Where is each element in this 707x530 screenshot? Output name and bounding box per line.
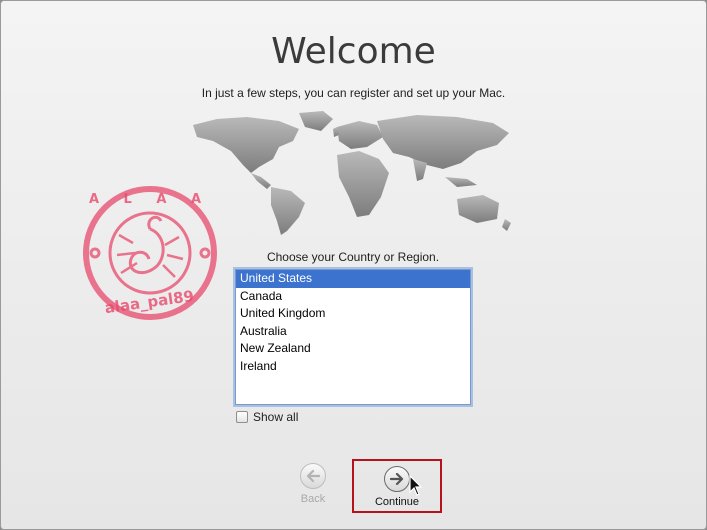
country-region-list[interactable]: United States Canada United Kingdom Aust… xyxy=(235,269,471,405)
svg-text:alaa_pal89: alaa_pal89 xyxy=(104,287,196,317)
show-all-option[interactable]: Show all xyxy=(236,410,298,424)
left-arrow-circle-icon xyxy=(300,463,326,489)
page-title: Welcome xyxy=(271,31,436,72)
setup-assistant-window: Welcome In just a few steps, you can reg… xyxy=(0,0,707,530)
list-item-canada[interactable]: Canada xyxy=(236,288,470,306)
show-all-label: Show all xyxy=(253,410,299,424)
list-item-united-states[interactable]: United States xyxy=(236,270,470,288)
page-subtitle: In just a few steps, you can register an… xyxy=(201,86,506,100)
continue-button[interactable]: Continue xyxy=(352,459,442,513)
svg-text:A L A A: A L A A xyxy=(89,192,211,207)
world-map-image xyxy=(193,111,511,235)
back-label: Back xyxy=(300,493,326,505)
mouse-cursor-icon xyxy=(409,475,423,496)
list-item-australia[interactable]: Australia xyxy=(236,323,470,341)
continue-label: Continue xyxy=(374,496,420,508)
list-item-ireland[interactable]: Ireland xyxy=(236,358,470,376)
list-item-united-kingdom[interactable]: United Kingdom xyxy=(236,305,470,323)
list-item-new-zealand[interactable]: New Zealand xyxy=(236,340,470,358)
back-button[interactable]: Back xyxy=(291,463,335,505)
right-arrow-circle-icon xyxy=(384,466,410,492)
show-all-checkbox[interactable] xyxy=(236,411,248,423)
region-prompt: Choose your Country or Region. xyxy=(266,250,440,264)
